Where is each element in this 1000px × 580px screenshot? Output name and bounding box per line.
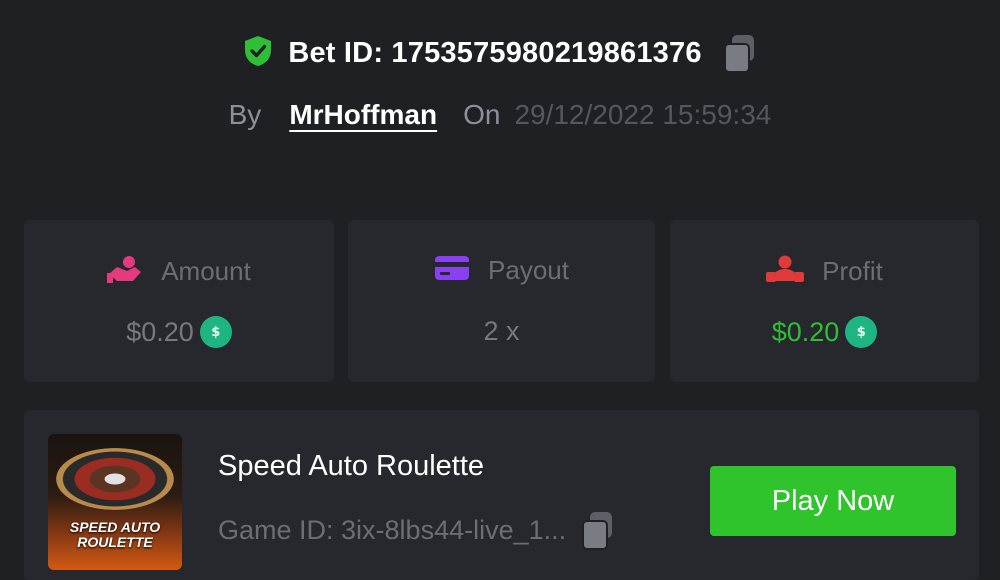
coin-icon: $ <box>199 316 232 348</box>
payout-label: Payout <box>488 255 569 285</box>
copy-game-id-button[interactable] <box>578 510 616 550</box>
payout-value: 2 x <box>483 316 520 346</box>
thumbnail-logo-text: SPEED AUTO ROULETTE <box>69 519 161 550</box>
hand-coins-icon <box>107 254 143 289</box>
play-now-button[interactable]: Play Now <box>710 466 956 536</box>
copy-bet-id-button[interactable] <box>720 33 758 73</box>
payout-card: Payout 2 x <box>348 220 655 382</box>
amount-label: Amount <box>161 256 251 286</box>
game-thumbnail[interactable]: SPEED AUTO ROULETTE <box>48 434 182 570</box>
profit-card: Profit $0.20 $ <box>670 220 979 382</box>
by-label: By <box>228 99 262 130</box>
verified-shield-icon <box>242 34 274 73</box>
bet-id-text: Bet ID: 1753575980219861376 <box>288 36 702 69</box>
profit-value: $0.20 <box>771 316 840 347</box>
amount-value: $0.20 <box>126 316 194 347</box>
bet-meta: By MrHoffman On 29/12/2022 15:59:34 <box>0 92 1000 138</box>
roulette-wheel-image <box>56 448 174 510</box>
game-title: Speed Auto Roulette <box>218 450 485 482</box>
game-id-text: Game ID: 3ix-8lbs44-live_1... <box>218 514 567 545</box>
profit-label: Profit <box>822 256 883 286</box>
card-icon <box>434 254 470 287</box>
bet-header: Bet ID: 1753575980219861376 <box>0 30 1000 76</box>
username-link[interactable]: MrHoffman <box>289 99 437 131</box>
on-label: On <box>463 99 501 130</box>
profit-user-icon <box>766 254 805 289</box>
amount-card: Amount $0.20 $ <box>24 220 334 382</box>
game-card: SPEED AUTO ROULETTE Speed Auto Roulette … <box>24 410 979 580</box>
bet-datetime: 29/12/2022 15:59:34 <box>514 99 772 130</box>
coin-icon: $ <box>845 316 878 348</box>
